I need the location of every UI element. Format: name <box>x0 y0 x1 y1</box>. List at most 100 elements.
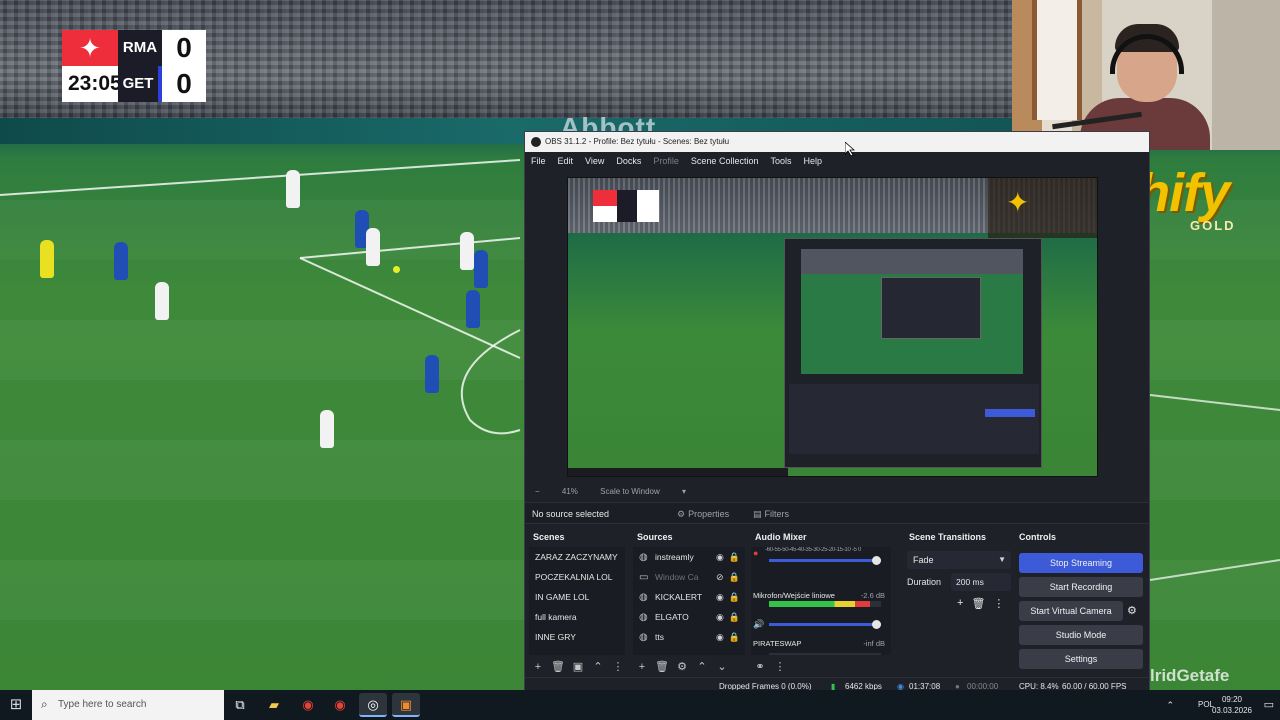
duration-input[interactable]: 200 ms <box>951 573 1011 591</box>
volume-knob[interactable] <box>872 556 881 565</box>
studio-mode-button[interactable]: Studio Mode <box>1019 625 1143 645</box>
scene-item[interactable]: full kamera <box>529 607 625 627</box>
scene-item[interactable]: INNE GRY <box>529 627 625 647</box>
preview-scoreboard <box>593 190 659 222</box>
camera-source-icon: ◍ <box>639 611 648 623</box>
webcam-feed <box>1012 0 1280 150</box>
menu-file[interactable]: File <box>525 152 552 170</box>
menu-edit[interactable]: Edit <box>552 152 580 170</box>
volume-knob[interactable] <box>872 620 881 629</box>
source-properties-icon[interactable]: ⚙ <box>675 659 689 675</box>
nested-stop-button <box>985 409 1035 417</box>
link-icon[interactable]: ⚭ <box>753 659 767 675</box>
more-icon[interactable]: ⋮ <box>993 597 1004 610</box>
scoreboard: ✦ RMA 0 23:05 GET 0 <box>62 30 206 102</box>
virtual-camera-settings-icon[interactable]: ⚙ <box>1127 604 1137 617</box>
start-virtual-camera-button[interactable]: Start Virtual Camera <box>1019 601 1123 621</box>
menu-profile[interactable]: Profile <box>647 152 685 170</box>
clock[interactable]: 09:20 03.03.2026 <box>1212 694 1252 716</box>
chrome-icon[interactable]: ◉ <box>326 693 354 717</box>
transition-toolbar: + 🗑 ⋮ <box>957 597 1004 610</box>
start-recording-button[interactable]: Start Recording <box>1019 577 1143 597</box>
zoom-mode[interactable]: Scale to Window <box>600 487 660 496</box>
scene-item[interactable]: IN GAME LOL <box>529 587 625 607</box>
scene-transitions-dock: Scene Transitions Fade ▼ Duration 200 ms… <box>903 529 1011 679</box>
controls-title: Controls <box>1019 532 1056 542</box>
lock-icon[interactable]: 🔒 <box>729 572 740 583</box>
menu-view[interactable]: View <box>579 152 610 170</box>
audio-mixer-title: Audio Mixer <box>755 532 807 542</box>
eye-icon[interactable]: ◉ <box>716 552 724 563</box>
source-item[interactable]: ◍ tts ◉ 🔒 <box>633 627 745 647</box>
menu-tools[interactable]: Tools <box>764 152 797 170</box>
move-down-icon[interactable]: ⌄ <box>715 659 729 675</box>
stop-streaming-button[interactable]: Stop Streaming <box>1019 553 1143 573</box>
volume-slider[interactable] <box>769 556 881 565</box>
eye-hidden-icon[interactable]: ⊘ <box>716 572 724 583</box>
lock-icon[interactable]: 🔒 <box>729 592 740 603</box>
duration-label: Duration <box>907 577 942 587</box>
source-item[interactable]: ◍ ELGATO ◉ 🔒 <box>633 607 745 627</box>
lock-icon[interactable]: 🔒 <box>729 612 740 623</box>
remove-source-icon[interactable]: 🗑 <box>655 659 669 675</box>
source-item[interactable]: ◍ instreamly ◉ 🔒 <box>633 547 745 567</box>
add-transition-icon[interactable]: + <box>957 597 963 610</box>
level-meter <box>769 653 881 655</box>
scenes-title: Scenes <box>533 532 565 542</box>
chrome-icon[interactable]: ◉ <box>294 693 322 717</box>
lock-icon[interactable]: 🔒 <box>729 632 740 643</box>
add-scene-icon[interactable]: + <box>531 659 545 675</box>
more-icon[interactable]: ⋮ <box>611 659 625 675</box>
player-getafe <box>425 355 439 393</box>
taskbar-search[interactable]: ⌕ Type here to search <box>32 690 224 720</box>
scene-item[interactable]: POCZEKALNIA LOL <box>529 567 625 587</box>
filters-button[interactable]: ▤ Filters <box>747 505 795 523</box>
obs-window[interactable]: OBS 31.1.2 - Profile: Bez tytułu - Scene… <box>524 131 1150 696</box>
menu-scene-collection[interactable]: Scene Collection <box>685 152 765 170</box>
source-item[interactable]: ◍ KICKALERT ◉ 🔒 <box>633 587 745 607</box>
menu-docks[interactable]: Docks <box>610 152 647 170</box>
search-input[interactable]: Type here to search <box>58 690 146 720</box>
mixer-channel-db: -inf dB <box>863 639 885 648</box>
add-source-icon[interactable]: + <box>635 659 649 675</box>
search-icon: ⌕ <box>41 697 48 711</box>
speaker-icon[interactable]: ● <box>753 548 758 558</box>
scene-filters-icon[interactable]: ▣ <box>571 659 585 675</box>
mixer-channel: ● -60-55-50-45-40-35-30-25-20-15-10 -5 0 <box>751 547 891 589</box>
properties-button[interactable]: ⚙ Properties <box>671 505 735 523</box>
task-view-icon[interactable]: ⧉ <box>226 693 254 717</box>
menu-help[interactable]: Help <box>797 152 828 170</box>
preview-webcam <box>988 178 1097 238</box>
obs-title-bar[interactable]: OBS 31.1.2 - Profile: Bez tytułu - Scene… <box>525 132 1149 152</box>
move-up-icon[interactable]: ⌃ <box>695 659 709 675</box>
settings-button[interactable]: Settings <box>1019 649 1143 669</box>
lock-icon[interactable]: 🔒 <box>729 552 740 563</box>
remove-transition-icon[interactable]: 🗑 <box>971 597 985 610</box>
zoom-dropdown-icon[interactable]: ▾ <box>682 487 686 496</box>
preview-canvas[interactable]: ✦ <box>567 177 1098 477</box>
level-meter <box>769 601 881 607</box>
sources-toolbar: + 🗑 ⚙ ⌃ ⌄ <box>635 659 729 675</box>
obs-studio-icon[interactable]: ◎ <box>359 693 387 717</box>
file-explorer-icon[interactable]: ▰ <box>260 693 288 717</box>
speaker-icon[interactable]: 🔊 <box>753 619 764 630</box>
move-up-icon[interactable]: ⌃ <box>591 659 605 675</box>
remove-scene-icon[interactable]: 🗑 <box>551 659 565 675</box>
eye-icon[interactable]: ◉ <box>716 592 724 603</box>
more-icon[interactable]: ⋮ <box>773 659 787 675</box>
chevron-up-icon[interactable]: ⌃ <box>1166 690 1174 720</box>
scene-item[interactable]: ZARAZ ZACZYNAMY <box>529 547 625 567</box>
notification-icon[interactable]: ▭ <box>1264 690 1274 720</box>
zoom-minus-icon[interactable]: − <box>535 487 540 496</box>
app-icon[interactable]: ▣ <box>392 693 420 717</box>
zoom-bar: − 41% Scale to Window ▾ <box>525 484 1149 500</box>
clock-date: 03.03.2026 <box>1211 706 1252 715</box>
source-item[interactable]: ▭ Window Ca ⊘ 🔒 <box>633 567 745 587</box>
away-team: GET <box>118 66 162 102</box>
transition-select[interactable]: Fade ▼ <box>907 551 1011 569</box>
windows-start-icon[interactable]: ⊞ <box>0 690 32 720</box>
volume-slider[interactable] <box>769 620 881 629</box>
eye-icon[interactable]: ◉ <box>716 632 724 643</box>
browser-source-icon: ◍ <box>639 591 648 603</box>
eye-icon[interactable]: ◉ <box>716 612 724 623</box>
